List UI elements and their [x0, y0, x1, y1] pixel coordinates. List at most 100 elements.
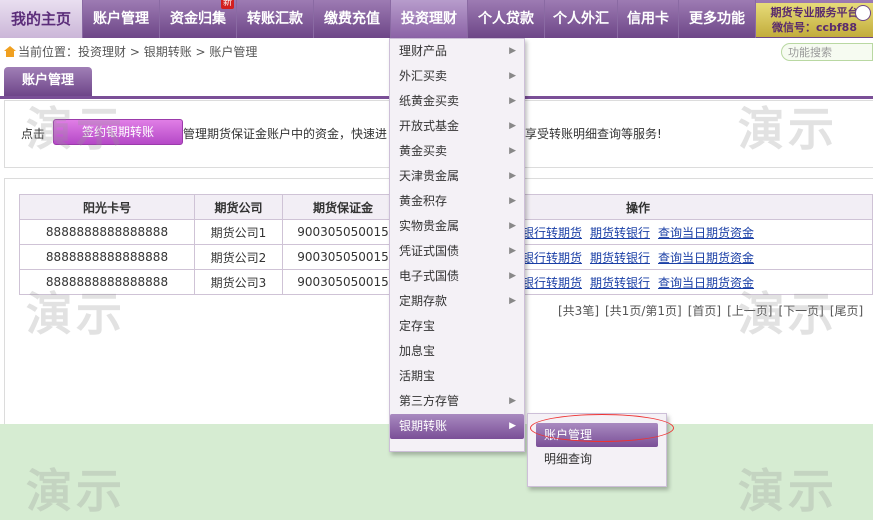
home-icon: [4, 45, 16, 57]
futures-to-bank-link[interactable]: 期货转银行: [590, 276, 650, 290]
submenu-item-detail-query[interactable]: 明细查询: [536, 447, 658, 471]
nav-item-payment[interactable]: 缴费充值: [314, 0, 391, 38]
futures-to-bank-link[interactable]: 期货转银行: [590, 226, 650, 240]
breadcrumb-separator: >: [191, 45, 210, 59]
chevron-right-icon: ▶: [509, 221, 516, 231]
chevron-right-icon: ▶: [509, 246, 516, 256]
dropdown-item-label: 天津贵金属: [399, 169, 460, 183]
nav-item-more[interactable]: 更多功能: [679, 0, 756, 38]
dropdown-item[interactable]: 加息宝: [390, 339, 524, 364]
chevron-right-icon: ▶: [509, 196, 516, 206]
dropdown-item[interactable]: 黄金积存 ▶: [390, 189, 524, 214]
chevron-right-icon: ▶: [509, 96, 516, 106]
chevron-right-icon: ▶: [509, 171, 516, 181]
pager-total: [共3笔]: [558, 304, 599, 318]
account-cell: 900305050015: [282, 269, 404, 295]
account-cell: 900305050015: [282, 244, 404, 270]
dropdown-item[interactable]: 开放式基金 ▶: [390, 114, 524, 139]
nav-item-account[interactable]: 账户管理: [83, 0, 160, 38]
dropdown-item[interactable]: 黄金买卖 ▶: [390, 139, 524, 164]
breadcrumb: 当前位置：投资理财 > 银期转账 > 账户管理: [4, 44, 257, 60]
dropdown-item-label: 黄金积存: [399, 194, 448, 208]
highlight-ellipse: [530, 414, 674, 442]
search-input[interactable]: 功能搜索: [781, 43, 873, 61]
nav-item-forex[interactable]: 个人外汇: [545, 0, 618, 38]
dropdown-item-label: 活期宝: [399, 369, 436, 383]
dropdown-item[interactable]: 外汇买卖 ▶: [390, 64, 524, 89]
avatar-icon: [855, 5, 871, 21]
dropdown-item[interactable]: 实物贵金属 ▶: [390, 214, 524, 239]
query-funds-link[interactable]: 查询当日期货资金: [658, 251, 754, 265]
dropdown-item[interactable]: 电子式国债 ▶: [390, 264, 524, 289]
dropdown-item-label: 开放式基金: [399, 119, 460, 133]
dropdown-item-label: 纸黄金买卖: [399, 94, 460, 108]
nav-item-fund-collection[interactable]: 资金归集 新: [160, 0, 237, 38]
nav-item-label: 资金归集: [170, 11, 226, 27]
nav-item-loan[interactable]: 个人贷款: [468, 0, 545, 38]
dropdown-item-label: 加息宝: [399, 344, 436, 358]
card-number-cell: 8888888888888888: [19, 219, 195, 245]
column-header: 期货保证金: [282, 194, 404, 220]
chevron-right-icon: ▶: [509, 71, 516, 81]
dropdown-item-label: 理财产品: [399, 44, 448, 58]
bank-to-futures-link[interactable]: 银行转期货: [522, 276, 582, 290]
company-cell: 期货公司3: [194, 269, 283, 295]
dropdown-item[interactable]: 天津贵金属 ▶: [390, 164, 524, 189]
watermark: 演示: [738, 464, 838, 518]
intro-tail-text: 享受转账明细查询等服务!: [525, 127, 662, 141]
dropdown-item[interactable]: 凭证式国债 ▶: [390, 239, 524, 264]
chevron-right-icon: ▶: [509, 296, 516, 306]
chevron-right-icon: ▶: [509, 121, 516, 131]
dropdown-item[interactable]: 定期存款 ▶: [390, 289, 524, 314]
watermark: 演示: [738, 287, 838, 341]
dropdown-item-label: 电子式国债: [399, 269, 460, 283]
card-number-cell: 8888888888888888: [19, 244, 195, 270]
dropdown-item[interactable]: 定存宝: [390, 314, 524, 339]
dropdown-item[interactable]: 第三方存管 ▶: [390, 389, 524, 414]
investment-dropdown-menu: 理财产品 ▶ 外汇买卖 ▶ 纸黄金买卖 ▶ 开放式基金 ▶ 黄金买卖 ▶ 天津贵金属 ▶ 黄金积存 ▶ 实物…: [389, 38, 525, 452]
watermark: 演示: [26, 464, 126, 518]
dropdown-item-label: 凭证式国债: [399, 244, 460, 258]
dropdown-item-label: 第三方存管: [399, 394, 460, 408]
dropdown-item-label: 实物贵金属: [399, 219, 460, 233]
promo-banner[interactable]: 期货专业服务平台 微信号：ccbf88: [756, 3, 873, 37]
watermark: 演示: [26, 287, 126, 341]
company-cell: 期货公司1: [194, 219, 283, 245]
futures-to-bank-link[interactable]: 期货转银行: [590, 251, 650, 265]
tab-account-management[interactable]: 账户管理: [4, 67, 92, 96]
breadcrumb-prefix: 当前位置：: [18, 45, 79, 59]
query-funds-link[interactable]: 查询当日期货资金: [658, 226, 754, 240]
pager-pages: [共1页/第1页]: [605, 304, 682, 318]
watermark: 演示: [738, 102, 838, 156]
promo-line2: 微信号：ccbf88: [771, 21, 857, 34]
column-header: 期货公司: [194, 194, 283, 220]
company-cell: 期货公司2: [194, 244, 283, 270]
dropdown-item[interactable]: 活期宝: [390, 364, 524, 389]
nav-item-transfer[interactable]: 转账汇款: [237, 0, 314, 38]
chevron-right-icon: ▶: [509, 146, 516, 156]
chevron-right-icon: ▶: [509, 421, 516, 431]
dropdown-item-label: 外汇买卖: [399, 69, 448, 83]
watermark: 演示: [26, 102, 126, 156]
account-cell: 900305050015: [282, 219, 404, 245]
nav-item-credit-card[interactable]: 信用卡: [618, 0, 679, 38]
breadcrumb-item[interactable]: 投资理财: [78, 45, 126, 59]
column-header: 阳光卡号: [19, 194, 195, 220]
breadcrumb-separator: >: [126, 45, 144, 59]
dropdown-item[interactable]: 纸黄金买卖 ▶: [390, 89, 524, 114]
dropdown-item-label: 银期转账: [399, 419, 448, 433]
new-badge: 新: [220, 0, 234, 9]
breadcrumb-item[interactable]: 银期转账: [144, 45, 192, 59]
bank-to-futures-link[interactable]: 银行转期货: [522, 226, 582, 240]
nav-home[interactable]: 我的主页: [0, 0, 83, 38]
pager-first[interactable]: [首页]: [688, 304, 721, 318]
bank-to-futures-link[interactable]: 银行转期货: [522, 251, 582, 265]
intro-text: 管理期货保证金账户中的资金，快速进: [183, 127, 388, 141]
dropdown-item[interactable]: 银期转账 ▶: [390, 414, 524, 439]
dropdown-item-label: 定存宝: [399, 319, 436, 333]
dropdown-item[interactable]: 理财产品 ▶: [390, 39, 524, 64]
chevron-right-icon: ▶: [509, 396, 516, 406]
dropdown-item-label: 黄金买卖: [399, 144, 448, 158]
nav-item-investment[interactable]: 投资理财: [391, 0, 468, 38]
chevron-right-icon: ▶: [509, 271, 516, 281]
